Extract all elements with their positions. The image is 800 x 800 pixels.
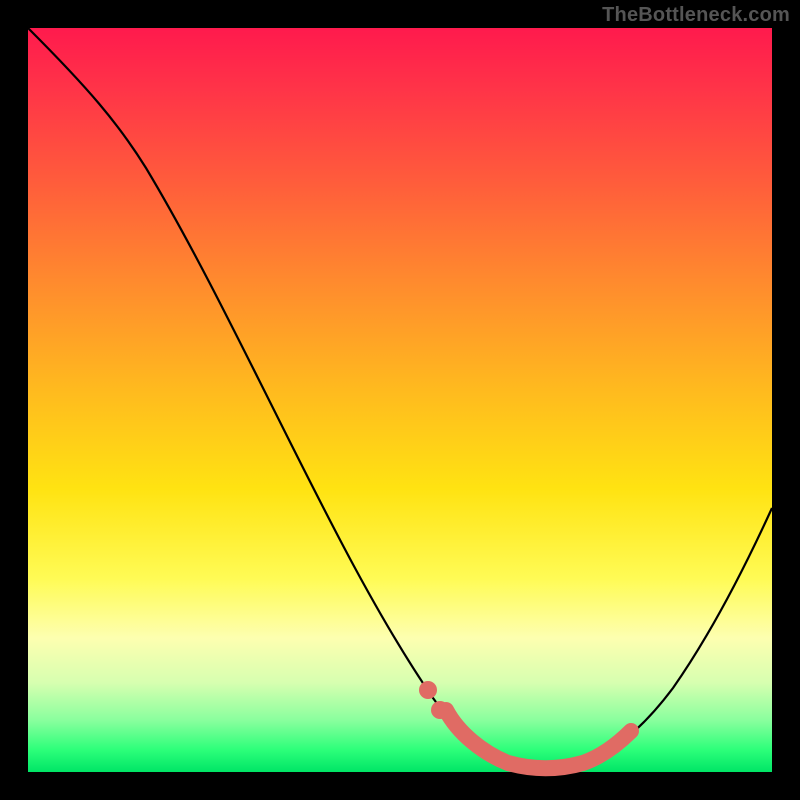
bottleneck-curve: [28, 28, 772, 768]
highlight-dot-lower: [431, 701, 449, 719]
watermark-text: TheBottleneck.com: [602, 4, 790, 27]
curve-svg: [28, 28, 772, 772]
plot-area: [28, 28, 772, 772]
chart-frame: TheBottleneck.com: [0, 0, 800, 800]
highlight-dot-upper: [419, 681, 437, 699]
highlight-segment: [446, 710, 631, 768]
